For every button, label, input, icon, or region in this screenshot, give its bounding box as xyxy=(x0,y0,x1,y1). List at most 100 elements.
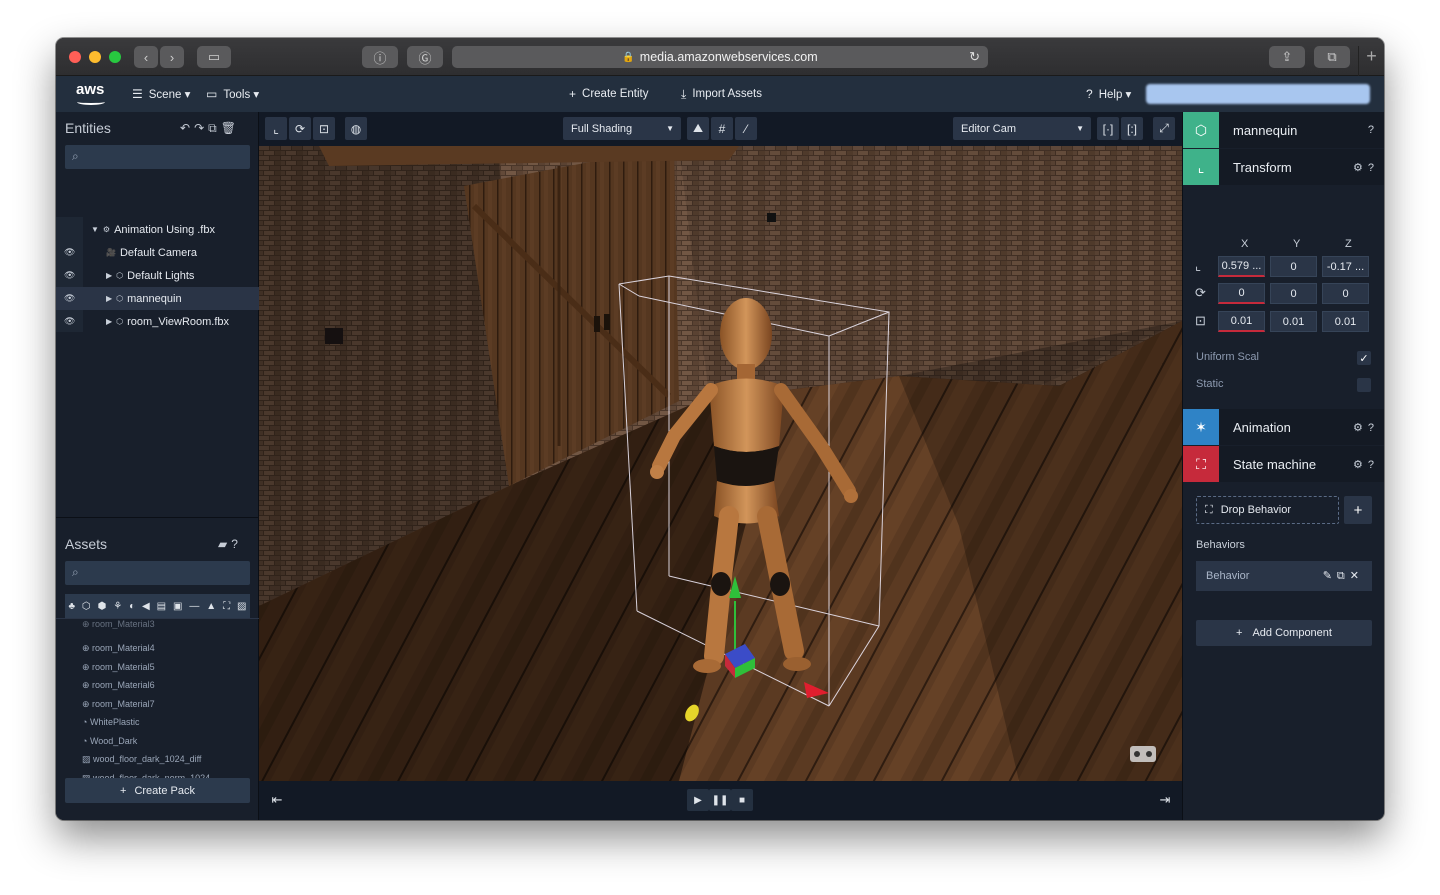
position-z-field[interactable]: -0.17 ... xyxy=(1322,256,1369,277)
caret-right-icon[interactable]: ▶ xyxy=(106,294,112,303)
eye-icon[interactable]: 👁 xyxy=(64,316,75,327)
filter-text-icon[interactable]: ▣ xyxy=(173,601,182,612)
frame-all-icon[interactable]: [:] xyxy=(1121,117,1143,140)
pause-icon[interactable]: ❚❚ xyxy=(709,789,731,811)
duplicate-icon[interactable]: ⧉ xyxy=(208,121,221,135)
undo-icon[interactable]: ↶ xyxy=(180,121,194,135)
stop-icon[interactable]: ■ xyxy=(731,789,753,811)
frame-selection-icon[interactable]: [·] xyxy=(1097,117,1119,140)
aws-logo[interactable]: aws xyxy=(76,81,108,107)
scale-z-field[interactable]: 0.01 xyxy=(1322,311,1369,332)
add-component-button[interactable]: + Add Component xyxy=(1196,620,1372,646)
rotation-z-field[interactable]: 0 xyxy=(1322,283,1369,304)
new-tab-button[interactable]: + xyxy=(1358,46,1384,76)
account-name-redacted[interactable] xyxy=(1146,84,1370,104)
caret-down-icon[interactable]: ▼ xyxy=(91,225,99,234)
rotation-x-field[interactable]: 0 xyxy=(1218,283,1265,304)
redo-icon[interactable]: ↷ xyxy=(194,121,208,135)
add-behavior-button[interactable]: + xyxy=(1344,496,1372,524)
help-circle-icon[interactable]: ? xyxy=(1368,124,1379,136)
filter-hierarchy-icon[interactable]: ♣ xyxy=(68,601,75,612)
gear-icon[interactable]: ⚙ xyxy=(1353,459,1368,471)
eye-icon[interactable]: 👁 xyxy=(64,293,75,304)
tree-item-mannequin[interactable]: 👁 ▶ ⬡ mannequin xyxy=(56,287,259,310)
world-space-icon[interactable]: ◍ xyxy=(345,117,367,140)
share-icon[interactable]: ⇪ xyxy=(1269,46,1305,68)
trash-icon[interactable]: 🗑 xyxy=(221,121,240,135)
grid-toggle-icon[interactable]: # xyxy=(711,117,733,140)
entities-search-input[interactable]: ⌕ xyxy=(65,145,250,169)
filter-statemachine-icon[interactable]: ⛶ xyxy=(223,601,230,612)
tree-item-root[interactable]: ▼ ⚙ Animation Using .fbx xyxy=(56,218,259,241)
position-y-field[interactable]: 0 xyxy=(1270,256,1317,277)
static-checkbox[interactable] xyxy=(1357,378,1371,392)
fullscreen-icon[interactable]: ⤢ xyxy=(1153,117,1175,140)
minimize-window-button[interactable] xyxy=(89,51,101,63)
close-window-button[interactable] xyxy=(69,51,81,63)
duplicate-icon[interactable]: ⧉ xyxy=(1337,570,1350,582)
tree-item-room[interactable]: 👁 ▶ ⬡ room_ViewRoom.fbx xyxy=(56,310,259,333)
help-circle-icon[interactable]: ? xyxy=(1368,422,1379,434)
zoom-window-button[interactable] xyxy=(109,51,121,63)
scale-y-field[interactable]: 0.01 xyxy=(1270,311,1317,332)
back-arrow-icon[interactable]: ‹ xyxy=(134,46,158,68)
grammarly-extension-icon[interactable]: Ⓖ xyxy=(407,46,443,68)
panel-divider[interactable] xyxy=(56,517,259,518)
transform-header[interactable]: ⌞ Transform ⚙? xyxy=(1183,149,1384,185)
filter-entity-icon[interactable]: ⬡ xyxy=(82,601,91,612)
asset-item[interactable]: ⊕ room_Material3 xyxy=(82,619,155,630)
create-pack-button[interactable]: + Create Pack xyxy=(65,778,250,803)
state-machine-header[interactable]: ⛶ State machine ⚙? xyxy=(1183,446,1384,482)
reload-icon[interactable]: ↻ xyxy=(969,49,980,65)
scale-x-field[interactable]: 0.01 xyxy=(1218,311,1265,332)
rotation-y-field[interactable]: 0 xyxy=(1270,283,1317,304)
tree-item-default-camera[interactable]: 👁 🎥 Default Camera xyxy=(56,241,259,264)
gear-icon[interactable]: ⚙ xyxy=(1353,422,1368,434)
terrain-toggle-icon[interactable]: ⛰ xyxy=(687,117,709,140)
scale-tool-icon[interactable]: ⊡ xyxy=(313,117,335,140)
filter-terrain-icon[interactable]: ▲ xyxy=(206,601,216,612)
help-circle-icon[interactable]: ? xyxy=(1368,162,1379,174)
rotate-tool-icon[interactable]: ⟳ xyxy=(289,117,311,140)
sidebar-toggle-icon[interactable]: ▭ xyxy=(197,46,231,68)
asset-item[interactable]: ▨ wood_floor_dark_1024_diff xyxy=(82,754,201,765)
asset-item[interactable]: ⊕ room_Material7 xyxy=(82,699,155,710)
asset-item[interactable]: ⊕ room_Material6 xyxy=(82,680,155,691)
play-icon[interactable]: ▶ xyxy=(687,789,709,811)
shading-select[interactable]: Full Shading ▼ xyxy=(563,117,681,140)
gear-icon[interactable]: ⚙ xyxy=(1353,162,1368,174)
filter-line-icon[interactable]: — xyxy=(189,601,199,612)
assets-search-input[interactable]: ⌕ xyxy=(65,561,250,585)
filter-audio-icon[interactable]: ◀ xyxy=(142,601,150,612)
asset-item[interactable]: ◔ Wood_Dark xyxy=(82,736,137,746)
camera-select[interactable]: Editor Cam ▼ xyxy=(953,117,1091,140)
filter-mesh-icon[interactable]: ⬢ xyxy=(98,601,107,612)
filter-animation-icon[interactable]: ⚘ xyxy=(113,601,122,612)
entity-name-field[interactable]: mannequin xyxy=(1233,123,1297,138)
tools-menu[interactable]: ▭ Tools ▾ xyxy=(206,76,259,112)
asset-item[interactable]: ◔ WhitePlastic xyxy=(82,717,139,727)
scene-viewport[interactable] xyxy=(259,146,1182,781)
translate-tool-icon[interactable]: ⌞ xyxy=(265,117,287,140)
filter-script-icon[interactable]: ▤ xyxy=(157,601,166,612)
help-menu[interactable]: ? Help ▾ xyxy=(1086,76,1131,112)
collapse-left-icon[interactable]: ⇤ xyxy=(267,789,287,811)
address-bar[interactable]: 🔒 media.amazonwebservices.com ↻ xyxy=(452,46,988,68)
help-circle-icon[interactable]: ? xyxy=(231,537,242,551)
create-entity-button[interactable]: + Create Entity xyxy=(569,76,649,112)
import-assets-button[interactable]: ⤓ Import Assets xyxy=(681,76,762,112)
animation-header[interactable]: ✶ Animation ⚙? xyxy=(1183,409,1384,445)
filter-material-icon[interactable]: ◐ xyxy=(129,601,135,612)
collapse-right-icon[interactable]: ⇥ xyxy=(1155,789,1175,811)
uniform-scale-checkbox[interactable]: ✓ xyxy=(1357,351,1371,365)
filter-texture-icon[interactable]: ▨ xyxy=(237,601,246,612)
privacy-shield-icon[interactable]: ⓘ xyxy=(362,46,398,68)
eye-icon[interactable]: 👁 xyxy=(64,270,75,281)
close-icon[interactable]: ✕ xyxy=(1350,570,1364,582)
behavior-item[interactable]: Behavior ✎⧉✕ xyxy=(1196,561,1372,591)
edit-pencil-icon[interactable]: ✎ xyxy=(1323,570,1337,582)
caret-right-icon[interactable]: ▶ xyxy=(106,317,112,326)
eye-icon[interactable]: 👁 xyxy=(64,247,75,258)
help-circle-icon[interactable]: ? xyxy=(1368,459,1379,471)
tree-item-default-lights[interactable]: 👁 ▶ ⬡ Default Lights xyxy=(56,264,259,287)
